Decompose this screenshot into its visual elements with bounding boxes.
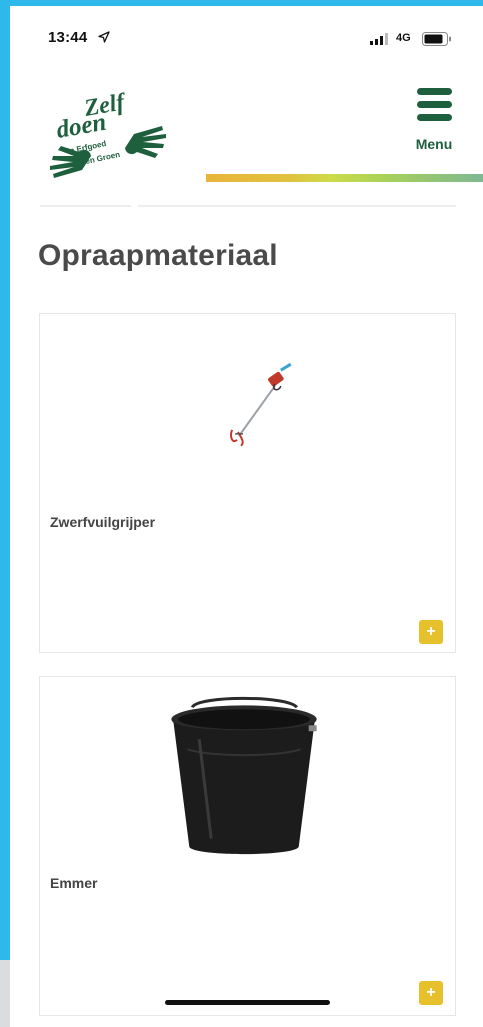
home-indicator[interactable]: [165, 1000, 330, 1005]
product-card[interactable]: Zwerfvuilgrijper +: [39, 313, 456, 653]
battery-icon: [422, 32, 451, 46]
hamburger-icon: [417, 88, 452, 95]
zelf-doen-logo[interactable]: Zelf doen in Erfgoed en Groen: [42, 86, 167, 196]
divider: [40, 205, 131, 207]
status-bar: 13:44 4G: [10, 6, 483, 50]
network-type: 4G: [396, 32, 411, 44]
product-name: Zwerfvuilgrijper: [50, 514, 156, 530]
add-button[interactable]: +: [419, 981, 443, 1005]
add-button[interactable]: +: [419, 620, 443, 644]
litter-picker-image: [230, 362, 292, 447]
signal-icon: [370, 33, 388, 45]
bucket-image: [171, 696, 317, 855]
location-arrow-icon: [98, 31, 110, 43]
status-time: 13:44: [48, 29, 88, 46]
product-card[interactable]: Emmer +: [39, 676, 456, 1016]
product-name: Emmer: [50, 875, 98, 891]
phone-screen: 13:44 4G Zelf doen in Erfgoed en Groen M…: [10, 6, 483, 1027]
menu-label: Menu: [415, 136, 453, 152]
hamburger-icon: [417, 114, 452, 121]
header-color-stripe: [206, 174, 483, 182]
svg-text:doen: doen: [54, 109, 108, 144]
site-header: Zelf doen in Erfgoed en Groen Menu: [10, 66, 483, 196]
hamburger-icon: [417, 101, 452, 108]
page-title: Opraapmateriaal: [38, 239, 278, 272]
menu-button[interactable]: Menu: [408, 86, 464, 156]
divider: [138, 205, 456, 207]
svg-text:en Groen: en Groen: [85, 150, 121, 166]
